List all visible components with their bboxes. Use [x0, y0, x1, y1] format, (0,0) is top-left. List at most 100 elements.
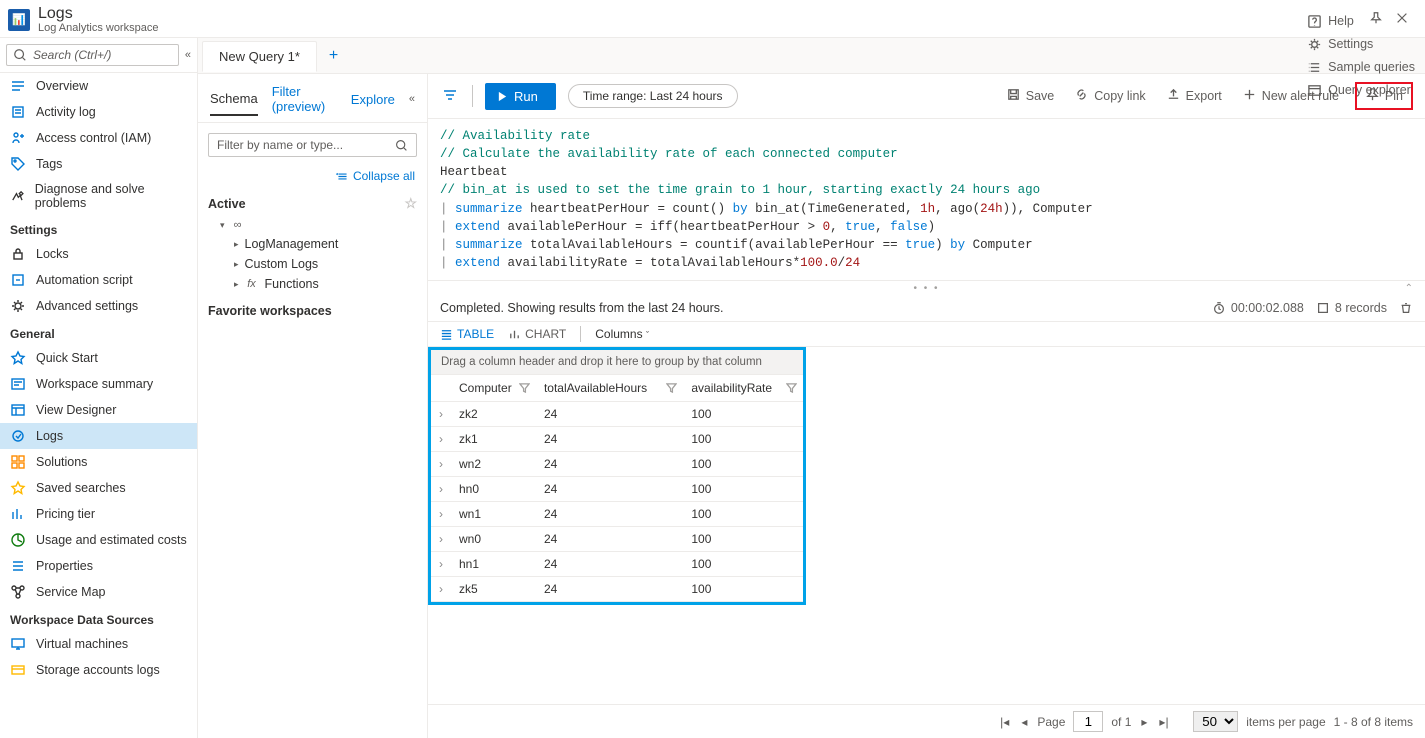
col-header-computer[interactable]: Computer: [451, 375, 536, 402]
schema-node-custom-logs[interactable]: ▸Custom Logs: [208, 254, 417, 274]
workspace-icon: ∞: [231, 219, 245, 231]
nav-item-properties[interactable]: Properties: [0, 553, 197, 579]
favorite-star-icon[interactable]: ☆: [404, 195, 417, 212]
nav-item-activity-log[interactable]: Activity log: [0, 99, 197, 125]
pager-next-icon[interactable]: ▸: [1139, 715, 1149, 729]
schema-tab-explore[interactable]: Explore: [351, 92, 395, 115]
nav-item-logs[interactable]: Logs: [0, 423, 197, 449]
search-icon: [395, 139, 408, 152]
nav-item-tags[interactable]: Tags: [0, 151, 197, 177]
lock-icon: [10, 246, 26, 262]
pin-icon: [1365, 87, 1380, 105]
schema-node-functions[interactable]: ▸fxFunctions: [208, 274, 417, 294]
nav-item-view-designer[interactable]: View Designer: [0, 397, 197, 423]
nav-search-input[interactable]: Search (Ctrl+/): [6, 44, 179, 66]
pricing-icon: [10, 506, 26, 522]
vm-icon: [10, 636, 26, 652]
action-save[interactable]: Save: [1002, 85, 1059, 107]
filter-icon[interactable]: [440, 85, 460, 108]
pager-prev-icon[interactable]: ◂: [1019, 715, 1029, 729]
nav-item-advanced-settings[interactable]: Advanced settings: [0, 293, 197, 319]
expand-row-icon[interactable]: ›: [431, 402, 451, 427]
nav-item-service-map[interactable]: Service Map: [0, 579, 197, 605]
table-row[interactable]: ›wn024100: [431, 527, 803, 552]
time-range-picker[interactable]: Time range: Last 24 hours: [568, 84, 738, 108]
gear-icon: [10, 298, 26, 314]
table-row[interactable]: ›wn124100: [431, 502, 803, 527]
filter-icon[interactable]: [666, 382, 677, 396]
table-row[interactable]: ›wn224100: [431, 452, 803, 477]
table-row[interactable]: ›hn124100: [431, 552, 803, 577]
pager-last-icon[interactable]: ▸|: [1157, 715, 1170, 729]
col-header-availabilityrate[interactable]: availabilityRate: [683, 375, 803, 402]
action-pin[interactable]: Pin: [1355, 82, 1413, 110]
nav-item-storage-accounts-logs[interactable]: Storage accounts logs: [0, 657, 197, 683]
schema-filter-input[interactable]: Filter by name or type...: [208, 133, 417, 157]
action-new-alert-rule[interactable]: New alert rule: [1238, 85, 1343, 107]
action-copy-link[interactable]: Copy link: [1070, 85, 1149, 107]
pager-size-select[interactable]: 50: [1193, 711, 1238, 732]
logs-icon: 📊: [8, 9, 30, 31]
view-table-button[interactable]: TABLE: [440, 327, 494, 341]
view-chart-button[interactable]: CHART: [508, 327, 566, 341]
action-export[interactable]: Export: [1162, 85, 1226, 107]
schema-tab-schema[interactable]: Schema: [210, 91, 258, 116]
collapse-all-button[interactable]: Collapse all: [198, 167, 427, 189]
nav-item-access-control-iam-[interactable]: Access control (IAM): [0, 125, 197, 151]
collapse-schema-icon[interactable]: «: [409, 93, 415, 113]
plus-icon: [1242, 87, 1257, 105]
expand-row-icon[interactable]: ›: [431, 552, 451, 577]
nav-item-quick-start[interactable]: Quick Start: [0, 345, 197, 371]
nav-item-overview[interactable]: Overview: [0, 73, 197, 99]
col-header-totalavailablehours[interactable]: totalAvailableHours: [536, 375, 683, 402]
table-row[interactable]: ›zk224100: [431, 402, 803, 427]
blade-subtitle: Log Analytics workspace: [38, 22, 1363, 34]
filter-icon[interactable]: [519, 382, 530, 396]
run-button[interactable]: Run: [485, 83, 556, 110]
table-icon: [440, 328, 453, 341]
nav-group-settings: Settings: [0, 215, 197, 241]
columns-dropdown[interactable]: Columns ˇ: [595, 327, 649, 341]
table-row[interactable]: ›zk524100: [431, 577, 803, 602]
logs-icon: [10, 428, 26, 444]
group-drop-hint[interactable]: Drag a column header and drop it here to…: [431, 350, 803, 375]
designer-icon: [10, 402, 26, 418]
table-row[interactable]: ›hn024100: [431, 477, 803, 502]
overview-icon: [10, 78, 26, 94]
nav-item-saved-searches[interactable]: Saved searches: [0, 475, 197, 501]
query-tab[interactable]: New Query 1*: [202, 41, 317, 72]
nav-item-locks[interactable]: Locks: [0, 241, 197, 267]
nav-item-diagnose-and-solve-problems[interactable]: Diagnose and solve problems: [0, 177, 197, 215]
nav-item-automation-script[interactable]: Automation script: [0, 267, 197, 293]
filter-icon[interactable]: [786, 382, 797, 396]
nav-item-workspace-summary[interactable]: Workspace summary: [0, 371, 197, 397]
access-control-icon: [10, 130, 26, 146]
schema-workspace-node[interactable]: ▾ ∞: [208, 216, 417, 234]
delete-results-icon[interactable]: [1399, 301, 1413, 315]
expand-row-icon[interactable]: ›: [431, 427, 451, 452]
splitter-handle[interactable]: • • • ⌃: [428, 281, 1425, 295]
schema-node-logmanagement[interactable]: ▸LogManagement: [208, 234, 417, 254]
collapse-nav-icon[interactable]: «: [183, 49, 193, 61]
expand-row-icon[interactable]: ›: [431, 477, 451, 502]
new-tab-button[interactable]: +: [321, 43, 346, 69]
expand-row-icon[interactable]: ›: [431, 527, 451, 552]
query-tab-bar: New Query 1* + HelpSettingsSample querie…: [198, 38, 1425, 74]
expand-row-icon[interactable]: ›: [431, 502, 451, 527]
tabbar-help[interactable]: Help: [1297, 10, 1425, 33]
pager-page-input[interactable]: [1073, 711, 1103, 732]
table-row[interactable]: ›zk124100: [431, 427, 803, 452]
nav-item-solutions[interactable]: Solutions: [0, 449, 197, 475]
star-icon: [10, 480, 26, 496]
collapse-results-icon[interactable]: ⌃: [1405, 283, 1415, 294]
nav-item-pricing-tier[interactable]: Pricing tier: [0, 501, 197, 527]
nav-item-virtual-machines[interactable]: Virtual machines: [0, 631, 197, 657]
schema-tab-filter[interactable]: Filter (preview): [272, 84, 337, 122]
nav-item-usage-and-estimated-costs[interactable]: Usage and estimated costs: [0, 527, 197, 553]
tabbar-settings[interactable]: Settings: [1297, 33, 1425, 56]
expand-row-icon[interactable]: ›: [431, 577, 451, 602]
pager-range: 1 - 8 of 8 items: [1334, 715, 1413, 729]
pager-first-icon[interactable]: |◂: [998, 715, 1011, 729]
query-editor[interactable]: // Availability rate // Calculate the av…: [428, 119, 1425, 281]
expand-row-icon[interactable]: ›: [431, 452, 451, 477]
